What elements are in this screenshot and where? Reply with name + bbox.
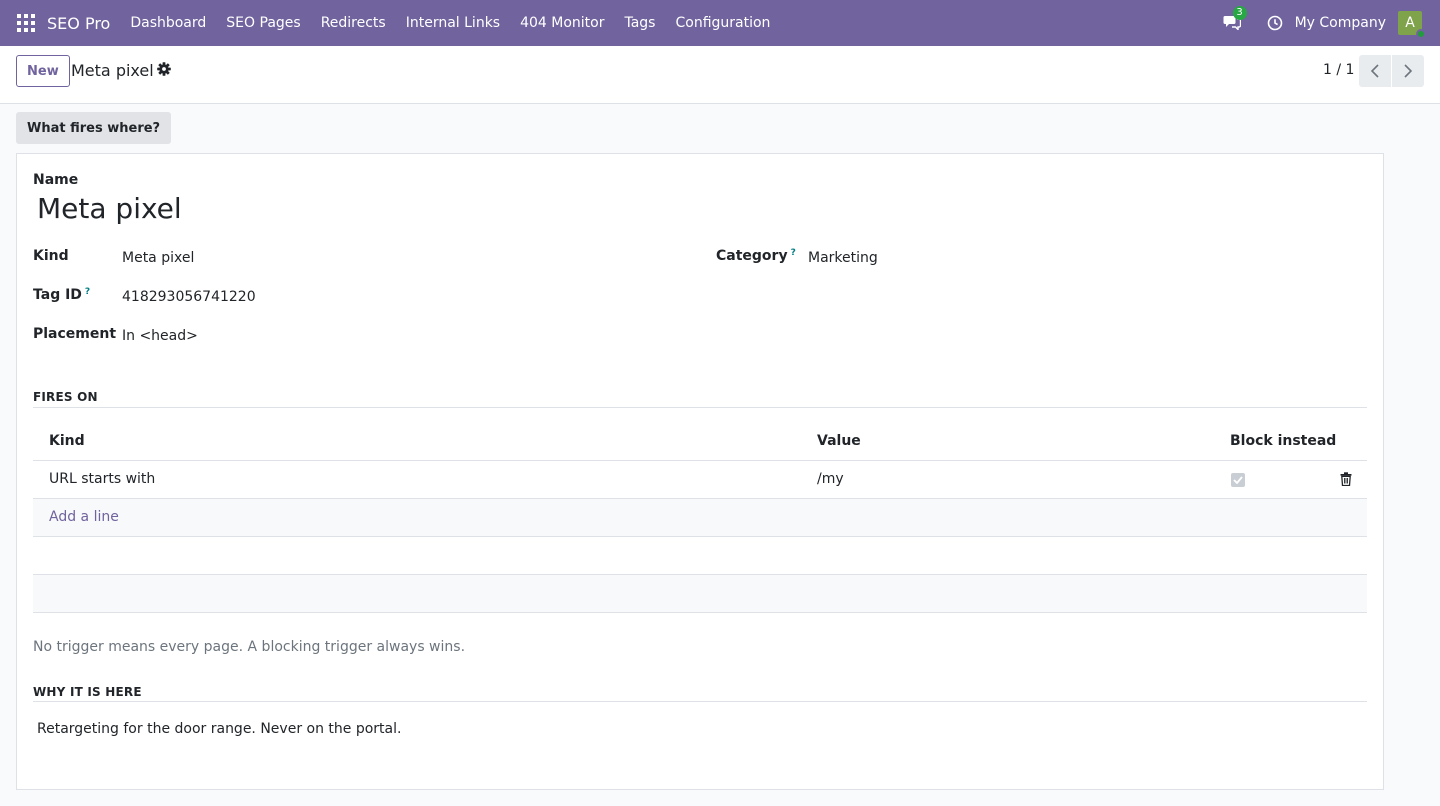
placement-label: Placement [33, 326, 117, 342]
chat-count-badge: 3 [1232, 6, 1247, 20]
messaging-menu[interactable]: 3 [1223, 6, 1247, 34]
menu-configuration[interactable]: Configuration [665, 0, 780, 46]
empty-row [33, 575, 1367, 612]
fires-on-hint: No trigger means every page. A blocking … [33, 639, 466, 655]
fires-on-section-title: FIRES ON [33, 390, 98, 404]
clock-icon[interactable] [1267, 15, 1283, 31]
why-section-title: WHY IT IS HERE [33, 685, 142, 699]
new-button[interactable]: New [16, 55, 70, 87]
name-field[interactable]: Meta pixel [37, 192, 182, 225]
category-field[interactable]: Marketing [808, 250, 878, 266]
kind-label: Kind [33, 248, 69, 264]
column-block-instead-header[interactable]: Block instead [1230, 433, 1336, 449]
trash-icon[interactable] [1340, 472, 1352, 486]
row-value-cell[interactable]: /my [817, 471, 844, 487]
menu-seo-pages[interactable]: SEO Pages [216, 0, 310, 46]
section-divider [33, 407, 1367, 408]
menu-internal-links[interactable]: Internal Links [396, 0, 510, 46]
category-help-icon[interactable]: ? [791, 248, 796, 258]
menu-404-monitor[interactable]: 404 Monitor [510, 0, 614, 46]
block-instead-checkbox[interactable] [1231, 473, 1245, 487]
add-a-line-link[interactable]: Add a line [49, 509, 119, 525]
row-kind-cell[interactable]: URL starts with [49, 471, 155, 487]
section-divider [33, 701, 1367, 702]
pager-value[interactable]: 1 / 1 [1323, 62, 1354, 78]
category-label-text: Category [716, 248, 788, 264]
tag-id-label: Tag ID? [33, 287, 90, 303]
kind-field[interactable]: Meta pixel [122, 250, 194, 266]
checkmark-icon [1233, 476, 1243, 484]
avatar-letter: A [1405, 15, 1415, 31]
chevron-left-icon [1370, 64, 1379, 78]
online-status-dot [1416, 29, 1426, 39]
column-kind-header[interactable]: Kind [49, 433, 85, 449]
app-brand[interactable]: SEO Pro [47, 14, 110, 33]
tag-id-help-icon[interactable]: ? [85, 287, 90, 297]
pager-previous-button[interactable] [1359, 55, 1391, 87]
why-text-field[interactable]: Retargeting for the door range. Never on… [37, 721, 401, 737]
breadcrumb-record-title: Meta pixel [71, 61, 154, 80]
column-value-header[interactable]: Value [817, 433, 861, 449]
what-fires-where-button[interactable]: What fires where? [16, 112, 172, 144]
menu-redirects[interactable]: Redirects [311, 0, 396, 46]
add-line-row: Add a line [33, 499, 1367, 536]
apps-grid-icon[interactable] [17, 14, 35, 32]
category-label: Category? [716, 248, 796, 264]
user-avatar[interactable]: A [1398, 11, 1426, 39]
tag-id-label-text: Tag ID [33, 287, 82, 303]
tag-id-field[interactable]: 418293056741220 [122, 289, 256, 305]
menu-dashboard[interactable]: Dashboard [120, 0, 216, 46]
chevron-right-icon [1404, 64, 1413, 78]
control-panel: New Meta pixel 1 / 1 [0, 46, 1440, 104]
form-sheet: Name Meta pixel Kind Meta pixel Tag ID? … [16, 153, 1384, 790]
company-switcher[interactable]: My Company [1295, 15, 1386, 31]
placement-field[interactable]: In <head> [122, 328, 198, 344]
pager-next-button[interactable] [1392, 55, 1424, 87]
name-label: Name [33, 172, 79, 188]
main-menu: Dashboard SEO Pages Redirects Internal L… [120, 0, 780, 46]
top-navbar: SEO Pro Dashboard SEO Pages Redirects In… [0, 0, 1440, 46]
navbar-systray: 3 My Company A [1223, 0, 1440, 46]
menu-tags[interactable]: Tags [614, 0, 665, 46]
row-divider [33, 536, 1367, 537]
table-row[interactable]: URL starts with /my [33, 461, 1367, 498]
gear-icon[interactable] [157, 62, 171, 76]
row-divider [33, 612, 1367, 613]
